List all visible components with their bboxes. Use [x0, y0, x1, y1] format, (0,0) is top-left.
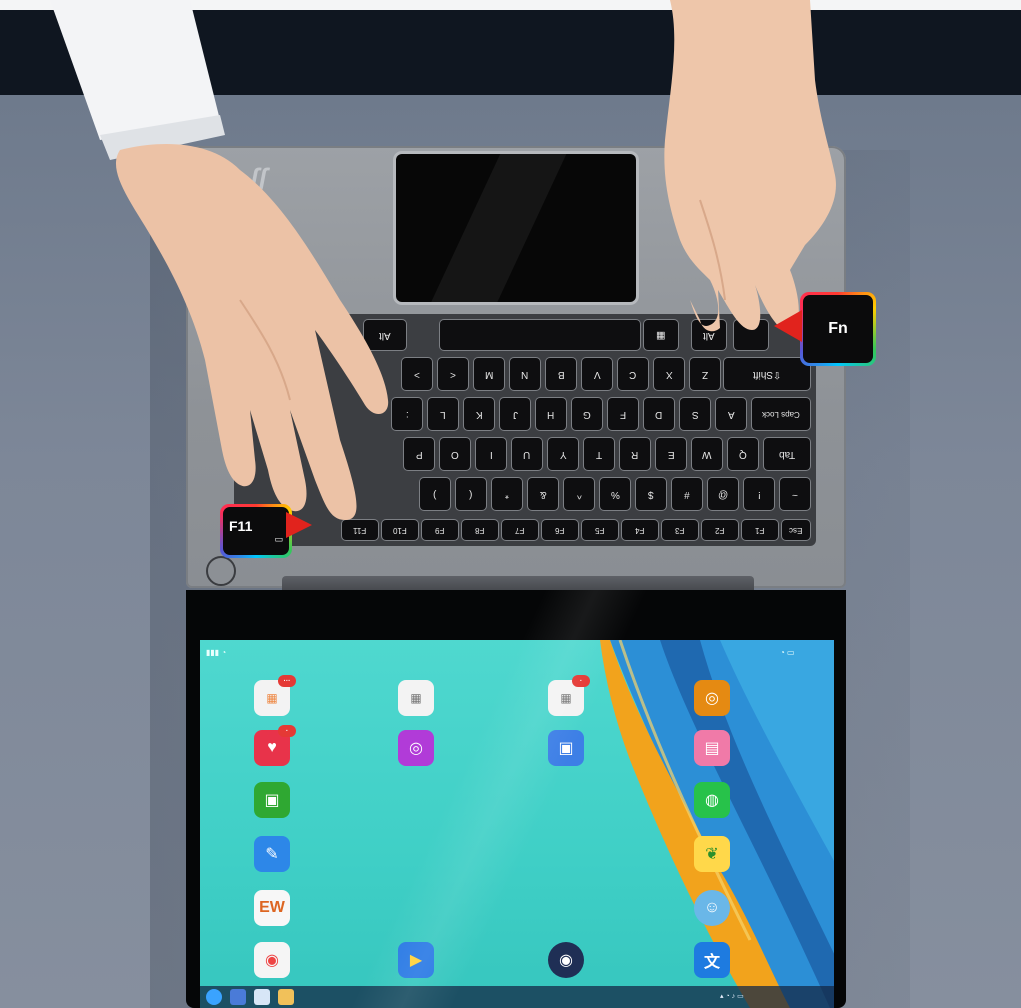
- key-f7[interactable]: F7: [502, 520, 538, 540]
- wechat-icon[interactable]: ◍: [694, 782, 730, 818]
- app-translate-icon[interactable]: 文: [694, 942, 730, 978]
- app-folder-icon[interactable]: ▦: [398, 680, 434, 716]
- tablet-display: ▮▮▮ ◔ ◔ ▭ ▦ ··· ♥ · ▣ ✎ EW ◉ ▦ ◎ ▶ ▦ · ▣ ◉…: [200, 640, 834, 1008]
- key-2[interactable]: @: [708, 478, 738, 510]
- app-home-button-icon[interactable]: ◉: [548, 942, 584, 978]
- key-k[interactable]: K: [464, 398, 494, 430]
- key-f4[interactable]: F4: [622, 520, 658, 540]
- signal-icon: ▮▮▮ ◔: [206, 648, 227, 657]
- key-8[interactable]: *: [492, 478, 522, 510]
- key-l[interactable]: L: [428, 398, 458, 430]
- key-tilde[interactable]: ~: [780, 478, 810, 510]
- left-hand: [50, 0, 389, 521]
- key-shift[interactable]: ⇧Shift: [724, 358, 810, 390]
- key-j[interactable]: J: [500, 398, 530, 430]
- notification-badge: ·: [572, 675, 590, 687]
- key-a[interactable]: A: [716, 398, 746, 430]
- key-p[interactable]: P: [404, 438, 434, 470]
- app-folder-icon[interactable]: ▦ ·: [548, 675, 590, 716]
- key-o[interactable]: O: [440, 438, 470, 470]
- key-q[interactable]: Q: [728, 438, 758, 470]
- app-heart-icon[interactable]: ♥ ·: [254, 725, 296, 766]
- key-e[interactable]: E: [656, 438, 686, 470]
- app-pen-icon[interactable]: ✎: [254, 836, 290, 872]
- key-comma[interactable]: <: [438, 358, 468, 390]
- app-leaf-icon[interactable]: ❦: [694, 836, 730, 872]
- key-w[interactable]: W: [692, 438, 722, 470]
- fn-callout-label: Fn: [828, 320, 848, 337]
- key-tab[interactable]: Tab: [764, 438, 810, 470]
- taskbar-app-icon[interactable]: [254, 989, 270, 1005]
- key-i[interactable]: I: [476, 438, 506, 470]
- red-triangle-pointer-icon: [286, 512, 312, 538]
- key-esc[interactable]: Esc: [782, 520, 810, 540]
- app-pig-icon[interactable]: ◉: [254, 942, 290, 978]
- app-avatar-icon[interactable]: ☺: [694, 890, 730, 926]
- key-t[interactable]: T: [584, 438, 614, 470]
- key-g[interactable]: G: [572, 398, 602, 430]
- status-bar: ▮▮▮ ◔ ◔ ▭: [200, 646, 834, 662]
- key-9[interactable]: (: [456, 478, 486, 510]
- key-f[interactable]: F: [608, 398, 638, 430]
- key-7[interactable]: &: [528, 478, 558, 510]
- power-button-icon[interactable]: [206, 556, 236, 586]
- battery-icon: ◔ ▭: [780, 648, 795, 657]
- key-z[interactable]: Z: [690, 358, 720, 390]
- start-button-icon[interactable]: [206, 989, 222, 1005]
- key-f1[interactable]: F1: [742, 520, 778, 540]
- taskbar-app-icon[interactable]: [230, 989, 246, 1005]
- key-caps-lock[interactable]: Caps Lock: [752, 398, 810, 430]
- key-f6[interactable]: F6: [542, 520, 578, 540]
- system-tray-icon: ▴ ◔ ♪ ▭: [720, 993, 744, 1000]
- key-d[interactable]: D: [644, 398, 674, 430]
- key-f9[interactable]: F9: [422, 520, 458, 540]
- key-y[interactable]: Y: [548, 438, 578, 470]
- key-6[interactable]: ^: [564, 478, 594, 510]
- key-r[interactable]: R: [620, 438, 650, 470]
- app-pink-icon[interactable]: ▤: [694, 730, 730, 766]
- key-b[interactable]: B: [546, 358, 576, 390]
- app-camera-icon[interactable]: ◎: [398, 730, 434, 766]
- key-h[interactable]: H: [536, 398, 566, 430]
- touchpad[interactable]: [396, 154, 636, 302]
- taskbar: ▴ ◔ ♪ ▭: [200, 986, 834, 1008]
- key-m[interactable]: M: [474, 358, 504, 390]
- right-hand: [664, 0, 836, 332]
- f11-callout-label: F11: [229, 517, 253, 534]
- key-n[interactable]: N: [510, 358, 540, 390]
- notification-badge: ·: [278, 725, 296, 737]
- key-c[interactable]: C: [618, 358, 648, 390]
- key-s[interactable]: S: [680, 398, 710, 430]
- app-ew-icon[interactable]: EW: [254, 890, 290, 926]
- app-gamepad-icon[interactable]: ▣: [548, 730, 584, 766]
- key-0[interactable]: ): [420, 478, 450, 510]
- f11-callout: F11 ▭: [220, 504, 292, 558]
- key-1[interactable]: !: [744, 478, 774, 510]
- screen-switch-icon: ▭: [274, 533, 283, 544]
- key-f3[interactable]: F3: [662, 520, 698, 540]
- app-green-store-icon[interactable]: ▣: [254, 782, 290, 818]
- key-4[interactable]: $: [636, 478, 666, 510]
- red-triangle-pointer-icon: [774, 310, 802, 342]
- fn-callout: Fn: [800, 292, 876, 366]
- key-5[interactable]: %: [600, 478, 630, 510]
- key-3[interactable]: #: [672, 478, 702, 510]
- app-folder-icon[interactable]: ▦ ···: [254, 675, 296, 716]
- key-f8[interactable]: F8: [462, 520, 498, 540]
- key-u[interactable]: U: [512, 438, 542, 470]
- key-f2[interactable]: F2: [702, 520, 738, 540]
- key-period[interactable]: >: [402, 358, 432, 390]
- app-music-icon[interactable]: ◎: [694, 680, 730, 716]
- app-video-player-icon[interactable]: ▶: [398, 942, 434, 978]
- taskbar-folder-icon[interactable]: [278, 989, 294, 1005]
- key-x[interactable]: X: [654, 358, 684, 390]
- key-f5[interactable]: F5: [582, 520, 618, 540]
- key-space[interactable]: [440, 320, 640, 350]
- notification-badge: ···: [278, 675, 296, 687]
- key-v[interactable]: V: [582, 358, 612, 390]
